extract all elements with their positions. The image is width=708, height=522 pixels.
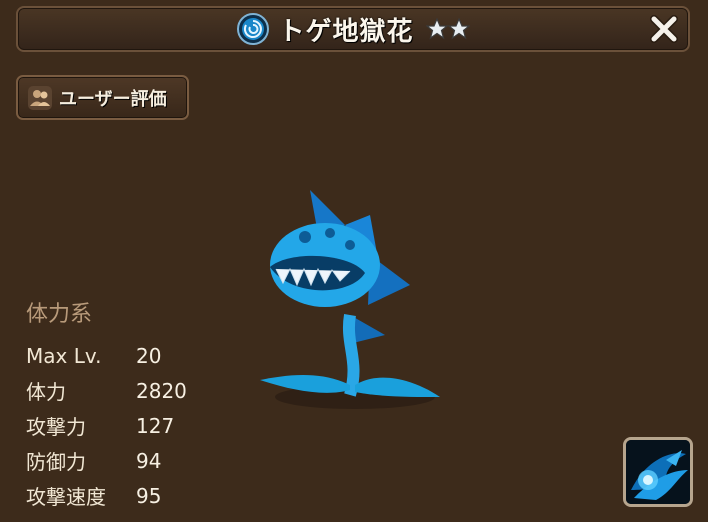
title-group: トゲ地獄花	[18, 8, 688, 50]
stat-row-speed: 攻撃速度 95	[26, 478, 187, 513]
stat-value: 95	[136, 483, 162, 508]
stat-value: 94	[136, 448, 162, 473]
stat-row-hp: 体力 2820	[26, 373, 187, 408]
stat-label: 体力	[26, 380, 66, 404]
monster-illustration	[260, 190, 440, 409]
stat-row-defense: 防御力 94	[26, 443, 187, 478]
stat-value: 127	[136, 413, 175, 438]
water-skill-icon[interactable]	[623, 437, 693, 507]
stat-value: 2820	[136, 378, 187, 403]
monster-category: 体力系	[26, 302, 93, 327]
close-icon[interactable]	[648, 13, 680, 45]
stats-panel: 体力系 Max Lv. 20 体力 2820 攻撃力 127 防御力 94 攻撃…	[26, 296, 187, 513]
star-icon	[446, 17, 471, 40]
user-review-label: ユーザー評価	[59, 88, 167, 110]
stat-label: 攻撃力	[26, 415, 86, 439]
monster-name: トゲ地獄花	[278, 16, 414, 47]
stat-row-max-level: Max Lv. 20	[26, 338, 187, 373]
water-element-icon	[236, 12, 270, 46]
title-bar: トゲ地獄花	[16, 6, 690, 52]
stat-row-attack: 攻撃力 127	[26, 408, 187, 443]
star-icon	[424, 17, 449, 40]
stat-value: 20	[136, 343, 162, 368]
star-rating	[424, 17, 471, 40]
stat-label: 防御力	[26, 450, 86, 474]
stat-label: 攻撃速度	[26, 485, 106, 509]
users-icon	[27, 85, 53, 111]
stat-label: Max Lv.	[26, 343, 102, 368]
user-review-button[interactable]: ユーザー評価	[16, 75, 189, 120]
